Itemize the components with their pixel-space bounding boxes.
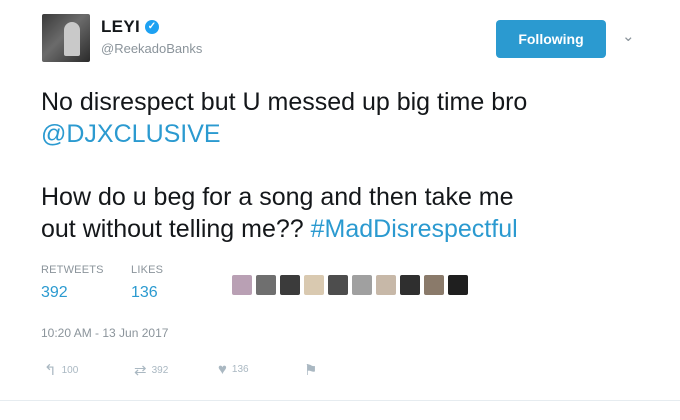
- hashtag-link[interactable]: #MadDisrespectful: [311, 215, 518, 243]
- tweet-text: No disrespect but U messed up big time b…: [41, 86, 661, 245]
- flag-icon: ⚑: [304, 362, 318, 379]
- tweet-line-1: No disrespect but U messed up big time b…: [41, 88, 528, 116]
- tweet-line-4: out without telling me??: [41, 215, 304, 243]
- like-action-count: 136: [231, 364, 249, 375]
- tweet-line-3: How do u beg for a song and then take me: [41, 183, 514, 211]
- liker-avatar[interactable]: [448, 275, 468, 295]
- liker-avatar[interactable]: [352, 275, 372, 295]
- message-action[interactable]: ⚑: [304, 361, 317, 379]
- chevron-down-icon[interactable]: ⌄: [622, 27, 635, 45]
- retweets-count[interactable]: 392: [41, 284, 68, 302]
- liker-avatar[interactable]: [232, 275, 252, 295]
- retweets-label: RETWEETS: [41, 264, 104, 276]
- liker-avatar[interactable]: [304, 275, 324, 295]
- like-action[interactable]: ♥ 136: [218, 361, 249, 378]
- likes-label: LIKES: [131, 264, 164, 276]
- tweet-line-4-wrapper: out without telling me?? #MadDisrespectf…: [41, 213, 661, 245]
- avatar[interactable]: [42, 14, 90, 62]
- liker-avatar[interactable]: [424, 275, 444, 295]
- retweet-action[interactable]: ⇄ 392: [134, 361, 168, 379]
- divider: [0, 400, 680, 401]
- user-handle[interactable]: @ReekadoBanks: [101, 41, 202, 56]
- following-button[interactable]: Following: [496, 20, 606, 58]
- liker-avatars: [232, 275, 468, 295]
- liker-avatar[interactable]: [328, 275, 348, 295]
- retweet-icon: ⇄: [134, 362, 147, 379]
- user-name-row: LEYI ✓: [101, 17, 159, 37]
- heart-icon: ♥: [218, 361, 227, 378]
- reply-count: 100: [61, 364, 79, 376]
- liker-avatar[interactable]: [280, 275, 300, 295]
- user-display-name[interactable]: LEYI: [101, 17, 140, 37]
- likes-count[interactable]: 136: [131, 284, 158, 302]
- liker-avatar[interactable]: [376, 275, 396, 295]
- tweet-timestamp[interactable]: 10:20 AM - 13 Jun 2017: [41, 326, 168, 340]
- liker-avatar[interactable]: [400, 275, 420, 295]
- liker-avatar[interactable]: [256, 275, 276, 295]
- reply-icon: ↰: [44, 362, 57, 379]
- reply-action[interactable]: ↰ 100: [44, 361, 78, 379]
- mention-link[interactable]: @DJXCLUSIVE: [41, 118, 661, 150]
- verified-badge-icon: ✓: [145, 20, 159, 34]
- retweet-action-count: 392: [151, 364, 169, 376]
